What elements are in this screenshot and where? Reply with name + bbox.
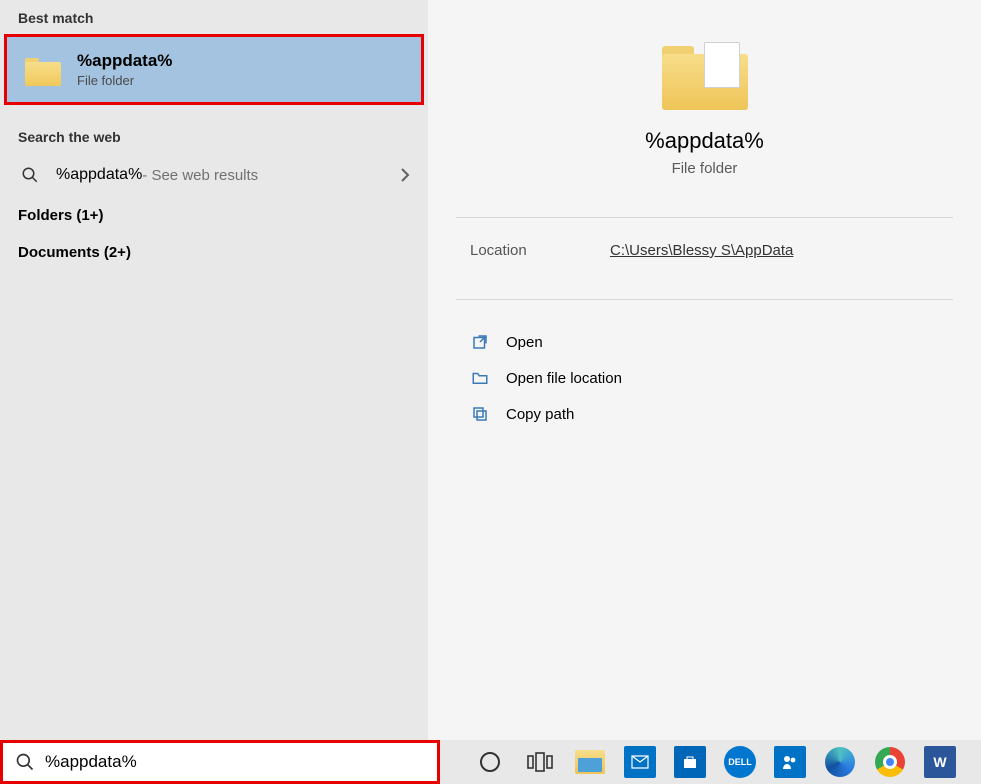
folder-icon-large bbox=[662, 40, 748, 110]
open-icon bbox=[470, 332, 490, 352]
cortana-icon[interactable] bbox=[470, 742, 510, 782]
folder-icon bbox=[25, 54, 63, 86]
copy-path-action[interactable]: Copy path bbox=[456, 396, 953, 432]
chrome-icon[interactable] bbox=[870, 742, 910, 782]
web-search-term: %appdata% bbox=[56, 166, 142, 184]
location-path[interactable]: C:\Users\Blessy S\AppData bbox=[610, 242, 793, 259]
dell-icon[interactable]: DELL bbox=[720, 742, 760, 782]
web-search-result[interactable]: %appdata% - See web results bbox=[0, 153, 428, 197]
open-file-location-action[interactable]: Open file location bbox=[456, 360, 953, 396]
best-match-header: Best match bbox=[0, 0, 428, 34]
edge-icon[interactable] bbox=[820, 742, 860, 782]
preview-title: %appdata% bbox=[428, 128, 981, 154]
location-label: Location bbox=[470, 242, 610, 259]
preview-panel: %appdata% File folder Location C:\Users\… bbox=[428, 0, 981, 740]
people-icon[interactable] bbox=[770, 742, 810, 782]
web-search-suffix: - See web results bbox=[142, 167, 258, 184]
search-results-panel: Best match %appdata% File folder Search … bbox=[0, 0, 428, 740]
search-icon bbox=[18, 163, 42, 187]
best-match-result[interactable]: %appdata% File folder bbox=[4, 34, 424, 105]
mail-icon[interactable] bbox=[620, 742, 660, 782]
search-web-header: Search the web bbox=[0, 119, 428, 153]
open-action[interactable]: Open bbox=[456, 324, 953, 360]
word-icon[interactable]: W bbox=[920, 742, 960, 782]
divider bbox=[456, 217, 953, 218]
preview-subtitle: File folder bbox=[428, 160, 981, 177]
taskbar-search-box[interactable] bbox=[0, 740, 440, 784]
best-match-title: %appdata% bbox=[77, 51, 172, 71]
documents-category[interactable]: Documents (2+) bbox=[0, 234, 428, 271]
file-explorer-icon[interactable] bbox=[570, 742, 610, 782]
search-input[interactable] bbox=[45, 752, 425, 772]
store-icon[interactable] bbox=[670, 742, 710, 782]
copy-path-label: Copy path bbox=[506, 406, 574, 423]
divider bbox=[456, 299, 953, 300]
folders-category[interactable]: Folders (1+) bbox=[0, 197, 428, 234]
task-view-icon[interactable] bbox=[520, 742, 560, 782]
chevron-right-icon bbox=[400, 167, 410, 183]
folder-location-icon bbox=[470, 368, 490, 388]
taskbar: DELL W bbox=[0, 740, 981, 784]
open-location-label: Open file location bbox=[506, 370, 622, 387]
search-icon bbox=[15, 752, 35, 772]
copy-icon bbox=[470, 404, 490, 424]
best-match-subtitle: File folder bbox=[77, 73, 172, 88]
open-label: Open bbox=[506, 334, 543, 351]
